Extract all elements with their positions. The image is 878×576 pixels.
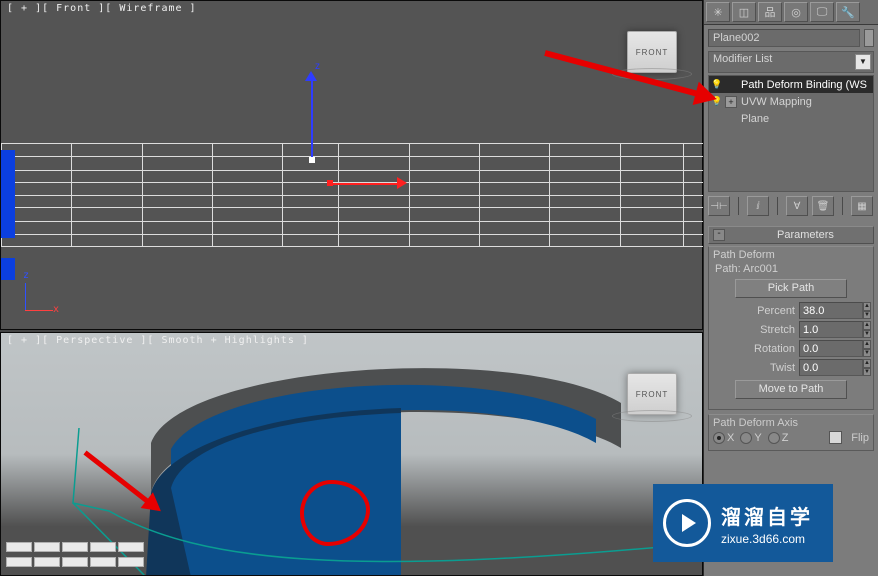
viewport-front-label: [ + ][ Front ][ Wireframe ]: [7, 3, 197, 14]
tab-create-icon[interactable]: ✳: [706, 2, 730, 22]
spinner-down-icon[interactable]: ▼: [863, 349, 871, 358]
stack-item-uvw-mapping[interactable]: 💡 + UVW Mapping: [709, 93, 873, 110]
stack-visibility-icon[interactable]: 💡: [711, 96, 721, 107]
pick-path-button[interactable]: Pick Path: [735, 279, 847, 298]
spinner-up-icon[interactable]: ▲: [863, 340, 871, 349]
object-color-swatch[interactable]: [864, 29, 874, 47]
viewport-perspective[interactable]: [ + ][ Perspective ][ Smooth + Highlight…: [0, 332, 703, 576]
axis-x-radio[interactable]: X: [713, 432, 734, 444]
configure-sets-icon[interactable]: ▦: [851, 196, 873, 216]
stack-item-label: Plane: [741, 113, 769, 125]
watermark-title: 溜溜自学: [721, 501, 813, 530]
twist-label: Twist: [713, 362, 795, 374]
viewcube[interactable]: FRONT: [627, 31, 677, 73]
tab-hierarchy-icon[interactable]: 品: [758, 2, 782, 22]
play-icon: [663, 499, 711, 547]
stack-item-plane[interactable]: 💡 + Plane: [709, 110, 873, 127]
object-name-field[interactable]: [708, 29, 860, 47]
spinner-up-icon[interactable]: ▲: [863, 302, 871, 311]
stack-item-path-deform[interactable]: 💡 + Path Deform Binding (WS: [709, 76, 873, 93]
watermark-url: zixue.3d66.com: [721, 532, 813, 546]
viewport-front[interactable]: [ + ][ Front ][ Wireframe ] z: [0, 0, 703, 330]
viewcube-face-label: FRONT: [636, 48, 669, 57]
tab-display-icon[interactable]: 🖵: [810, 2, 834, 22]
rotation-input[interactable]: [799, 340, 863, 357]
stack-item-label: UVW Mapping: [741, 96, 812, 108]
path-deform-group-title: Path Deform: [713, 249, 869, 261]
stretch-input[interactable]: [799, 321, 863, 338]
curved-object-render: [1, 333, 703, 576]
viewcube-persp[interactable]: FRONT: [627, 373, 677, 415]
move-to-path-button[interactable]: Move to Path: [735, 380, 847, 399]
axis-group-title: Path Deform Axis: [713, 417, 869, 429]
corner-axis-indicator: z x: [19, 271, 59, 311]
stack-visibility-icon[interactable]: 💡: [711, 79, 721, 90]
flip-label: Flip: [851, 432, 869, 444]
stack-toolbar: ⊣⊢ ⅈ ∀ 🗑 ▦: [708, 196, 874, 216]
spinner-down-icon[interactable]: ▼: [863, 368, 871, 377]
object-wireframe-grid: [1, 143, 704, 247]
axis-z-radio[interactable]: Z: [768, 432, 789, 444]
path-value: Arc001: [743, 263, 778, 275]
rollout-collapse-icon[interactable]: -: [713, 229, 725, 241]
stack-expand-icon[interactable]: +: [725, 96, 737, 108]
rotation-label: Rotation: [713, 343, 795, 355]
path-label: Path:: [715, 263, 741, 275]
axis-y-radio[interactable]: Y: [740, 432, 761, 444]
floor-tiles: [5, 541, 165, 571]
watermark: 溜溜自学 zixue.3d66.com: [653, 484, 833, 562]
pin-stack-icon[interactable]: ⊣⊢: [708, 196, 730, 216]
modifier-stack[interactable]: 💡 + Path Deform Binding (WS 💡 + UVW Mapp…: [708, 75, 874, 192]
percent-label: Percent: [713, 305, 795, 317]
stack-item-label: Path Deform Binding (WS: [741, 79, 867, 91]
flip-checkbox[interactable]: [829, 431, 842, 444]
tab-motion-icon[interactable]: ◎: [784, 2, 808, 22]
spinner-up-icon[interactable]: ▲: [863, 359, 871, 368]
selected-edge-highlight: [1, 150, 15, 238]
tab-modify-icon[interactable]: ◫: [732, 2, 756, 22]
command-panel-tabs: ✳ ◫ 品 ◎ 🖵 🔧: [704, 0, 878, 25]
selected-edge-highlight-2: [1, 258, 15, 280]
remove-modifier-icon[interactable]: 🗑: [812, 196, 834, 216]
show-end-result-icon[interactable]: ⅈ: [747, 196, 769, 216]
rollout-header[interactable]: - Parameters: [708, 226, 874, 244]
path-deform-group: Path Deform Path: Arc001 Pick Path Perce…: [708, 246, 874, 410]
spinner-down-icon[interactable]: ▼: [863, 311, 871, 320]
modifier-list-label: Modifier List: [713, 53, 772, 65]
stretch-label: Stretch: [713, 324, 795, 336]
viewcube-face-persp-label: FRONT: [636, 390, 669, 399]
spinner-down-icon[interactable]: ▼: [863, 330, 871, 339]
twist-input[interactable]: [799, 359, 863, 376]
rollout-title: Parameters: [777, 229, 834, 241]
spinner-up-icon[interactable]: ▲: [863, 321, 871, 330]
axis-z-label: z: [315, 61, 320, 72]
modifier-list-dropdown[interactable]: Modifier List: [708, 51, 874, 73]
percent-input[interactable]: [799, 302, 863, 319]
tab-utilities-icon[interactable]: 🔧: [836, 2, 860, 22]
path-deform-axis-group: Path Deform Axis X Y Z Flip: [708, 414, 874, 451]
make-unique-icon[interactable]: ∀: [786, 196, 808, 216]
